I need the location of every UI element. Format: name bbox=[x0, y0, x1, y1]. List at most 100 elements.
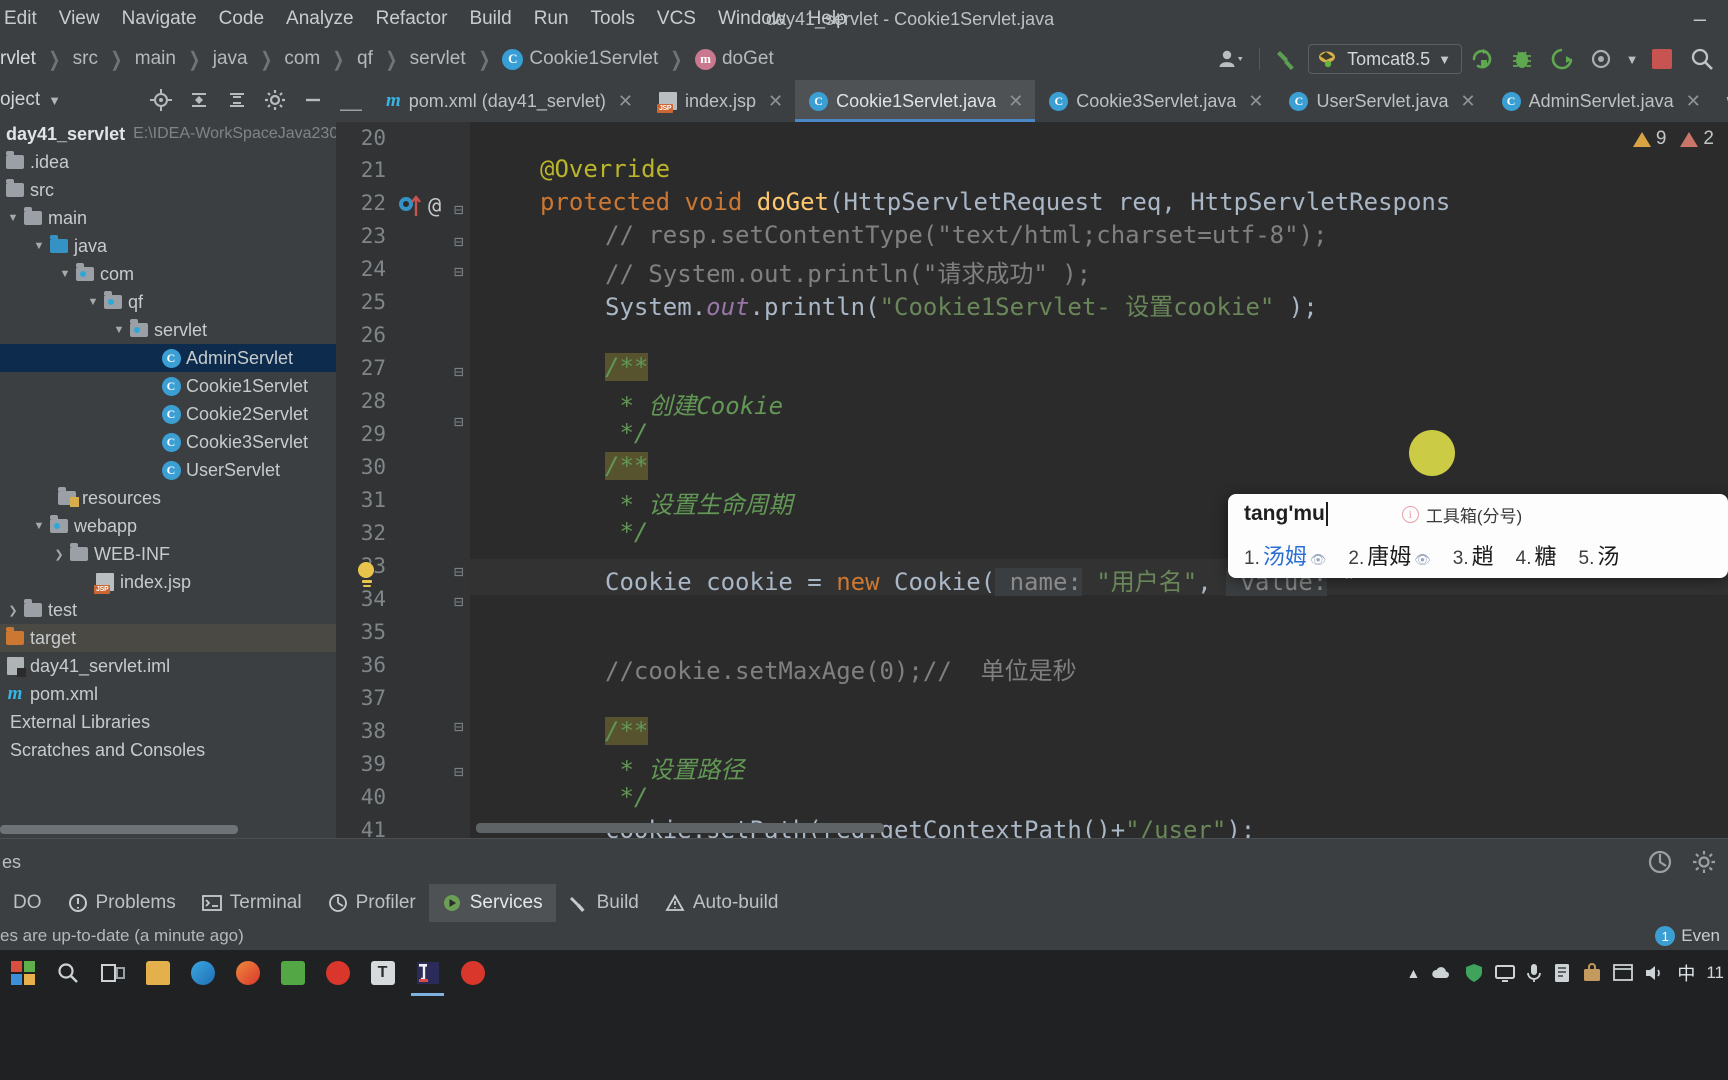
intellij-idea-icon[interactable] bbox=[405, 950, 450, 996]
inspection-status[interactable]: 9 2 bbox=[1632, 128, 1714, 150]
coverage-icon[interactable] bbox=[1582, 38, 1622, 80]
tree-item-main[interactable]: ▼ main bbox=[0, 204, 336, 232]
menu-item-tools[interactable]: Tools bbox=[580, 0, 646, 38]
mic-icon[interactable] bbox=[1526, 963, 1542, 983]
close-icon[interactable]: ✕ bbox=[1004, 91, 1023, 112]
close-icon[interactable]: ✕ bbox=[1682, 91, 1701, 112]
tree-item-pomxml[interactable]: m pom.xml bbox=[0, 680, 336, 708]
chevron-down-icon[interactable]: ▼ bbox=[56, 268, 74, 280]
toolwin-tab-todo[interactable]: DO bbox=[0, 884, 55, 922]
tree-item-resources[interactable]: resources bbox=[0, 484, 336, 512]
opera-browser-icon[interactable] bbox=[315, 950, 360, 996]
chevron-right-icon[interactable]: ❯ bbox=[50, 548, 68, 561]
tree-item-adminservlet[interactable]: C AdminServlet bbox=[0, 344, 336, 372]
expand-all-icon[interactable] bbox=[180, 80, 218, 120]
toolwin-tab-services[interactable]: Services bbox=[428, 884, 556, 922]
intention-bulb-icon[interactable] bbox=[358, 562, 376, 588]
start-button[interactable] bbox=[0, 950, 45, 996]
code-text[interactable]: @Override protected void doGet(HttpServl… bbox=[470, 122, 1728, 838]
event-log-badge[interactable]: 1 Even bbox=[1655, 926, 1720, 946]
run-configuration-selector[interactable]: Tomcat8.5 ▼ bbox=[1308, 44, 1462, 74]
screen-recorder-icon[interactable] bbox=[450, 950, 495, 996]
ime-candidate-4[interactable]: 4. 糖 bbox=[1516, 539, 1557, 571]
search-app-icon[interactable] bbox=[45, 950, 90, 996]
task-view-icon[interactable] bbox=[90, 950, 135, 996]
tree-item-qf[interactable]: ▼ qf bbox=[0, 288, 336, 316]
tree-root[interactable]: day41_servlet E:\IDEA-WorkSpaceJava230 bbox=[0, 120, 336, 148]
settings-gear-icon[interactable] bbox=[1690, 848, 1718, 876]
project-tree[interactable]: day41_servlet E:\IDEA-WorkSpaceJava230 .… bbox=[0, 120, 336, 838]
close-icon[interactable]: ✕ bbox=[1457, 91, 1476, 112]
breadcrumb-item-project[interactable]: rvlet bbox=[0, 48, 36, 70]
implementing-method-icon[interactable] bbox=[398, 192, 422, 220]
monitor-icon[interactable] bbox=[1495, 964, 1516, 982]
chevron-down-icon[interactable]: ▼ bbox=[30, 520, 48, 532]
locate-icon[interactable] bbox=[142, 80, 180, 120]
chevron-down-icon[interactable]: ▼ bbox=[110, 324, 128, 336]
clock-time[interactable]: 11 bbox=[1706, 963, 1724, 983]
volume-icon[interactable] bbox=[1644, 964, 1666, 982]
ime-candidate-3[interactable]: 3. 趙 bbox=[1453, 539, 1494, 571]
close-icon[interactable]: ✕ bbox=[614, 91, 633, 112]
ime-pinyin-input[interactable]: tang'mu bbox=[1244, 502, 1328, 526]
menu-item-view[interactable]: View bbox=[48, 0, 111, 38]
menu-item-analyze[interactable]: Analyze bbox=[275, 0, 365, 38]
chevron-right-icon[interactable]: ❯ bbox=[4, 604, 22, 617]
toolwin-tab-terminal[interactable]: Terminal bbox=[189, 884, 315, 922]
tree-item-cookie3servlet[interactable]: C Cookie3Servlet bbox=[0, 428, 336, 456]
rerun-icon[interactable] bbox=[1462, 38, 1502, 80]
tree-item-java[interactable]: ▼ java bbox=[0, 232, 336, 260]
tree-item-cookie1servlet[interactable]: C Cookie1Servlet bbox=[0, 372, 336, 400]
tree-item-idea[interactable]: .idea bbox=[0, 148, 336, 176]
chevron-down-icon[interactable]: ▼ bbox=[1622, 38, 1642, 80]
note-icon[interactable] bbox=[1553, 963, 1571, 983]
fold-marker[interactable]: ⊟ bbox=[454, 200, 464, 219]
fold-marker[interactable]: ⊟ bbox=[454, 762, 464, 781]
menu-item-refactor[interactable]: Refactor bbox=[365, 0, 459, 38]
menu-item-navigate[interactable]: Navigate bbox=[111, 0, 208, 38]
edge-browser-icon[interactable] bbox=[180, 950, 225, 996]
fold-marker[interactable]: ⊟ bbox=[454, 362, 464, 381]
breadcrumb-item-com[interactable]: com bbox=[284, 48, 320, 70]
menu-item-edit[interactable]: Edit bbox=[0, 0, 48, 38]
breadcrumb-item-main[interactable]: main bbox=[135, 48, 176, 70]
fold-marker[interactable]: ⊟ bbox=[454, 562, 464, 581]
user-avatar-icon[interactable] bbox=[1211, 38, 1251, 80]
editor-tab-cookie3servlet[interactable]: C Cookie3Servlet.java ✕ bbox=[1035, 80, 1275, 122]
breadcrumb-item-servlet[interactable]: servlet bbox=[410, 48, 466, 70]
chevron-down-icon[interactable]: ▼ bbox=[30, 240, 48, 252]
tree-item-external-libraries[interactable]: External Libraries bbox=[0, 708, 336, 736]
close-icon[interactable]: ✕ bbox=[1244, 91, 1263, 112]
ime-candidate-1[interactable]: 1. 汤姆 👁 bbox=[1244, 539, 1326, 571]
settings-gear-icon[interactable] bbox=[256, 80, 294, 120]
error-count[interactable]: 2 bbox=[1680, 128, 1714, 150]
project-panel-title[interactable]: oject bbox=[0, 89, 40, 111]
search-icon[interactable] bbox=[1682, 38, 1722, 80]
editor-tab-pom[interactable]: m pom.xml (day41_servlet) ✕ bbox=[372, 80, 645, 122]
hide-toolwindow-icon[interactable]: — bbox=[336, 96, 372, 122]
breadcrumb-item-java[interactable]: java bbox=[213, 48, 248, 70]
editor-horizontal-scrollbar[interactable] bbox=[476, 823, 884, 833]
tree-item-com[interactable]: ▼ com bbox=[0, 260, 336, 288]
stop-icon[interactable] bbox=[1642, 38, 1682, 80]
firefox-browser-icon[interactable] bbox=[225, 950, 270, 996]
tree-item-scratches[interactable]: Scratches and Consoles bbox=[0, 736, 336, 764]
close-icon[interactable]: ✕ bbox=[764, 91, 783, 112]
editor-tab-adminservlet[interactable]: C AdminServlet.java ✕ bbox=[1488, 80, 1713, 122]
tree-item-webinf[interactable]: ❯ WEB-INF bbox=[0, 540, 336, 568]
build-hammer-icon[interactable] bbox=[1268, 38, 1308, 80]
menu-item-code[interactable]: Code bbox=[208, 0, 275, 38]
ime-language-icon[interactable]: 中 bbox=[1677, 960, 1695, 986]
breadcrumb-item-src[interactable]: src bbox=[73, 48, 98, 70]
shield-icon[interactable] bbox=[1464, 963, 1484, 983]
coverage-toggle-icon[interactable] bbox=[1646, 848, 1674, 876]
ime-candidate-5[interactable]: 5. 汤 bbox=[1579, 539, 1620, 571]
warning-count[interactable]: 9 bbox=[1632, 128, 1666, 150]
window-icon[interactable] bbox=[1613, 964, 1634, 982]
editor-tab-userservlet[interactable]: C UserServlet.java ✕ bbox=[1275, 80, 1487, 122]
hide-icon[interactable] bbox=[294, 80, 332, 120]
minimize-button[interactable]: – bbox=[1694, 0, 1706, 38]
menu-item-run[interactable]: Run bbox=[523, 0, 580, 38]
fold-marker[interactable]: ⊟ bbox=[454, 412, 464, 431]
breadcrumb-item-method[interactable]: m doGet bbox=[694, 48, 774, 70]
